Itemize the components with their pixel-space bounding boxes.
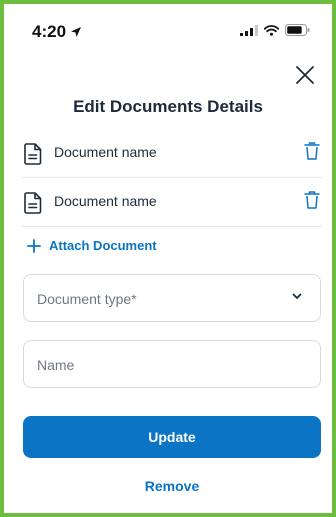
remove-button[interactable]: Remove [4,478,336,494]
document-icon [24,192,42,214]
trash-icon[interactable] [304,190,320,210]
document-type-placeholder: Document type* [37,291,137,307]
status-icons [240,24,310,36]
document-name: Document name [54,193,157,209]
document-row: Document name [22,130,322,178]
close-button[interactable] [292,62,318,88]
document-row: Document name [22,179,322,227]
name-placeholder: Name [37,357,75,373]
status-bar: 4:20 [4,4,332,56]
name-field[interactable]: Name [23,340,321,388]
document-type-select[interactable]: Document type* [23,274,321,322]
modal-title: Edit Documents Details [73,97,263,116]
plus-icon [27,238,41,253]
attach-document-label: Attach Document [49,238,157,253]
attach-document-button[interactable]: Attach Document [27,238,157,253]
battery-icon [285,24,310,36]
wifi-icon [264,24,279,36]
trash-icon[interactable] [304,141,320,161]
cellular-signal-icon [240,24,258,36]
location-arrow-icon [71,27,82,37]
update-button[interactable]: Update [23,416,321,458]
app-frame: 4:20 Edit Documents Details Document nam… [0,0,336,517]
document-icon [24,143,42,165]
document-name: Document name [54,144,157,160]
status-time-text: 4:20 [32,22,67,41]
close-icon [296,66,314,84]
chevron-down-icon [292,293,302,299]
status-time: 4:20 [32,22,82,42]
